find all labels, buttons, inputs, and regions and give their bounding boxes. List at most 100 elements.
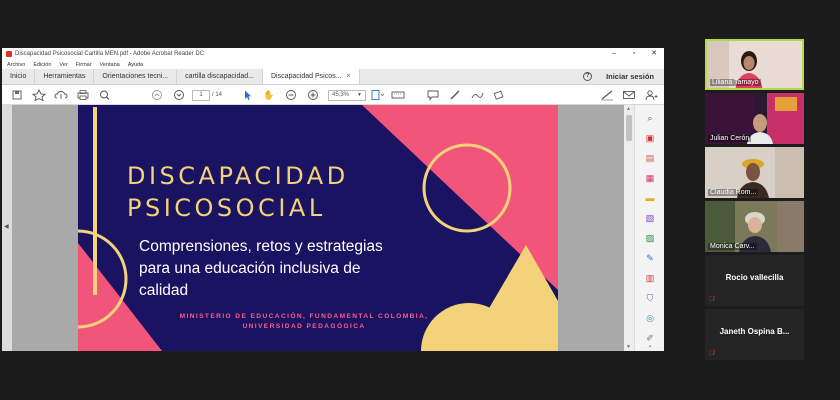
page-total: / 14: [212, 92, 223, 98]
window-title: Discapacidad Psicosocial Cartilla MEN.pd…: [15, 51, 205, 57]
vertical-scrollbar[interactable]: ▲ ▼: [624, 105, 634, 351]
zoom-in-icon[interactable]: [302, 89, 324, 101]
tab-bar: Inicio Herramientas Orientaciones tecni.…: [2, 69, 664, 85]
edit-pdf-icon[interactable]: ▦: [644, 173, 656, 184]
subtitle-line3: calidad: [139, 282, 189, 299]
cover-credits: MINISTERIO DE EDUCACIÓN, FUNDAMENTAL COL…: [174, 312, 434, 332]
search-tool-icon[interactable]: ⌕: [644, 113, 656, 124]
window-controls: – ▫ ✕: [604, 48, 664, 60]
participant-tile[interactable]: Claudia Rom...: [705, 147, 804, 198]
scrollbar-thumb[interactable]: [626, 115, 632, 141]
compare-files-icon[interactable]: ◎: [644, 313, 656, 324]
previous-page-icon[interactable]: [146, 89, 168, 101]
menu-edicion[interactable]: Edición: [33, 62, 51, 68]
highlight-pen-icon[interactable]: [444, 89, 466, 101]
tab-inicio[interactable]: Inicio: [2, 69, 36, 84]
print-icon[interactable]: [72, 89, 94, 101]
bookmark-star-icon[interactable]: [28, 89, 50, 101]
export-pdf-icon[interactable]: ▣: [644, 133, 656, 144]
page-number-input[interactable]: 1: [192, 89, 210, 101]
organize-pages-icon[interactable]: ▨: [644, 233, 656, 244]
upload-cloud-icon[interactable]: [50, 89, 72, 101]
menu-archivo[interactable]: Archivo: [7, 62, 25, 68]
sign-in-link[interactable]: Iniciar sesión: [606, 72, 654, 81]
participant-name: Janeth Ospina B...: [719, 327, 790, 336]
keyboard-icon[interactable]: [387, 89, 409, 101]
document-viewport[interactable]: ◀ DISCAPACIDAD PSICOSOCIAL Comprensiones…: [2, 105, 624, 351]
tab-label: cartilla discapacidad...: [185, 73, 254, 80]
tab-label: Inicio: [10, 73, 27, 80]
cover-title-line1: DISCAPACIDAD: [127, 162, 349, 190]
participant-tile-active[interactable]: Liliana Tamayo: [705, 39, 804, 90]
share-user-icon[interactable]: [640, 89, 662, 101]
participant-tile[interactable]: Julian Cerón: [705, 93, 804, 144]
credits-line1: MINISTERIO DE EDUCACIÓN, FUNDAMENTAL COL…: [179, 313, 429, 320]
zoom-out-icon[interactable]: [280, 89, 302, 101]
tab-label: Orientaciones tecni...: [102, 73, 169, 80]
chevron-down-icon: ▼: [357, 92, 362, 98]
participant-name: Monica Carv...: [708, 243, 757, 250]
close-window-button[interactable]: ✕: [644, 48, 664, 60]
participant-tile[interactable]: Monica Carv...: [705, 201, 804, 252]
cover-subtitle: Comprensiones, retos y estrategias para …: [139, 236, 383, 302]
minimize-button[interactable]: –: [604, 48, 624, 60]
close-tab-icon[interactable]: ×: [346, 73, 350, 80]
comment-tool-icon[interactable]: ▬: [644, 193, 656, 204]
participant-tile-no-video[interactable]: Rocio vallecilla 🎙̸: [705, 255, 804, 306]
pdf-cover-page: DISCAPACIDAD PSICOSOCIAL Comprensiones, …: [78, 105, 558, 351]
hand-tool-icon[interactable]: ✋: [258, 90, 280, 101]
menu-ver[interactable]: Ver: [59, 62, 67, 68]
mic-muted-icon: 🎙̸: [709, 296, 715, 303]
draw-icon[interactable]: [466, 89, 488, 101]
collapse-pane-icon[interactable]: ⌄: [644, 341, 656, 351]
sign-icon[interactable]: [596, 89, 618, 101]
tab-label: Discapacidad Psicos...: [271, 73, 342, 80]
participant-tile-no-video[interactable]: Janeth Ospina B... 🎙̸: [705, 309, 804, 360]
acrobat-window: Discapacidad Psicosocial Cartilla MEN.pd…: [2, 48, 664, 351]
menu-firmar[interactable]: Firmar: [76, 62, 92, 68]
menu-bar: Archivo Edición Ver Firmar Ventana Ayuda: [2, 60, 664, 69]
acrobat-app-icon: [6, 51, 12, 57]
toolbar: 1 / 14 ✋ 45,3% ▼: [2, 85, 664, 105]
subtitle-line2: para una educación inclusiva de: [139, 260, 361, 277]
redact-icon[interactable]: ▥: [644, 273, 656, 284]
tab-doc-orientaciones[interactable]: Orientaciones tecni...: [94, 69, 178, 84]
zoom-level-select[interactable]: 45,3% ▼: [328, 89, 366, 101]
participant-name: Liliana Tamayo: [710, 79, 761, 86]
email-icon[interactable]: [618, 89, 640, 101]
stamp-icon[interactable]: [488, 89, 510, 101]
tab-herramientas[interactable]: Herramientas: [35, 69, 95, 84]
help-icon[interactable]: ?: [583, 72, 593, 81]
tab-doc-discapacidad[interactable]: Discapacidad Psicos... ×: [263, 69, 360, 84]
participant-name: Rocio vallecilla: [725, 273, 784, 282]
credits-line2: UNIVERSIDAD PEDAGÓGICA: [242, 323, 366, 330]
participant-name: Julian Cerón: [708, 135, 752, 142]
select-cursor-icon[interactable]: [236, 89, 258, 101]
comment-icon[interactable]: [422, 89, 444, 101]
mic-muted-icon: 🎙̸: [709, 350, 715, 357]
subtitle-line1: Comprensiones, retos y estrategias: [139, 238, 383, 255]
menu-ayuda[interactable]: Ayuda: [128, 62, 144, 68]
expand-left-icon: ◀: [4, 224, 9, 230]
page-fit-icon[interactable]: [365, 89, 387, 101]
combine-files-icon[interactable]: ▧: [644, 213, 656, 224]
tools-pane: ⌕ ▣ ▤ ▦ ▬ ▧ ▨ ✎ ▥ ⛉ ◎ ✐ ⌄: [634, 105, 664, 351]
next-page-icon[interactable]: [168, 89, 190, 101]
protect-shield-icon[interactable]: ⛉: [644, 293, 656, 304]
scroll-up-icon[interactable]: ▲: [626, 106, 631, 112]
save-icon[interactable]: [6, 89, 28, 101]
tab-doc-cartilla[interactable]: cartilla discapacidad...: [177, 69, 263, 84]
navigation-pane-toggle[interactable]: ◀: [2, 105, 12, 351]
maximize-button[interactable]: ▫: [624, 48, 644, 60]
participant-name: Claudia Rom...: [708, 189, 759, 196]
tab-label: Herramientas: [43, 73, 86, 80]
scroll-down-icon[interactable]: ▼: [626, 344, 631, 350]
cover-title-line2: PSICOSOCIAL: [127, 194, 326, 222]
title-bar: Discapacidad Psicosocial Cartilla MEN.pd…: [2, 48, 664, 60]
fill-sign-icon[interactable]: ✎: [644, 253, 656, 264]
create-pdf-icon[interactable]: ▤: [644, 153, 656, 164]
zoom-level-value: 45,3%: [332, 92, 350, 98]
menu-ventana[interactable]: Ventana: [100, 62, 120, 68]
zoom-search-icon[interactable]: [94, 89, 116, 101]
screen: Discapacidad Psicosocial Cartilla MEN.pd…: [0, 0, 840, 400]
